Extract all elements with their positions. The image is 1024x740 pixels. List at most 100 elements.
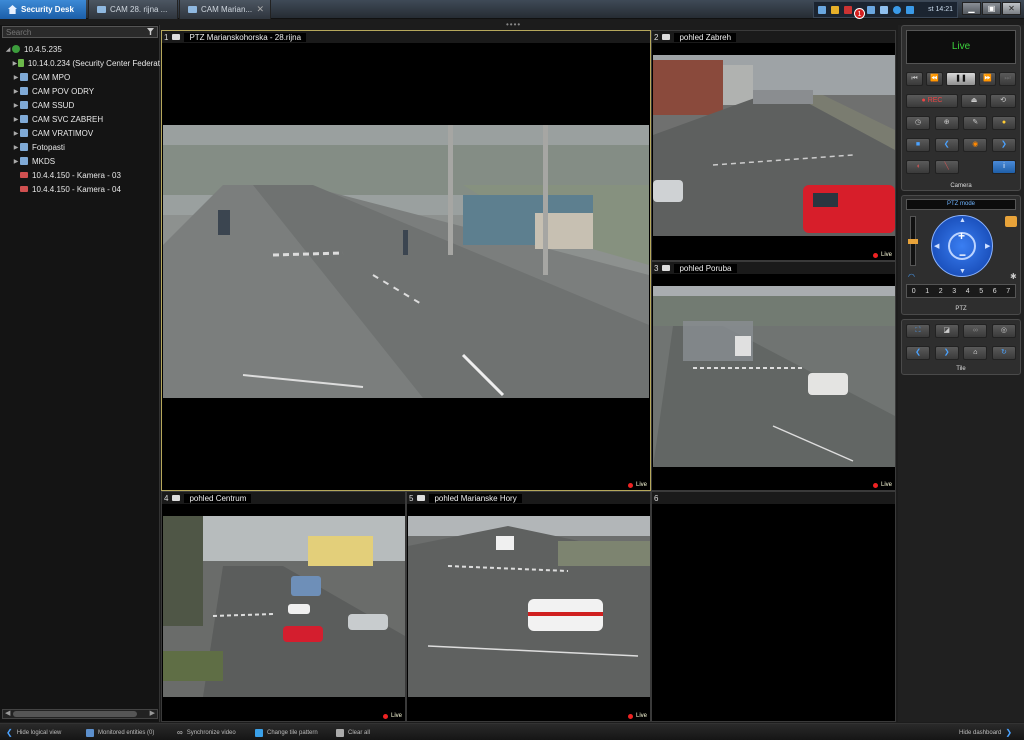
ptz-joystick[interactable]: + − ▲ ▼ ◀ ▶ bbox=[931, 215, 993, 277]
alert-count-badge[interactable]: 1 bbox=[854, 8, 865, 19]
clear-all-button[interactable]: Clear all bbox=[336, 727, 370, 738]
preset-7[interactable]: 7 bbox=[1006, 288, 1010, 295]
preset-4[interactable]: 4 bbox=[966, 288, 970, 295]
tab-cam-28-rijna[interactable]: CAM 28. rijna ... bbox=[88, 0, 178, 19]
video-tile-3[interactable]: 3 pohled Poruba Live bbox=[651, 261, 896, 491]
scroll-left-icon[interactable]: ◀ bbox=[5, 709, 10, 717]
expand-arrow-icon[interactable]: ▶ bbox=[12, 88, 20, 95]
expand-arrow-icon[interactable]: ▶ bbox=[12, 130, 20, 137]
refresh-tile-icon[interactable]: ◎ bbox=[991, 324, 1016, 338]
previous-icon[interactable]: ❮ bbox=[934, 138, 959, 152]
zoom-slider[interactable] bbox=[908, 216, 918, 266]
health-icon[interactable] bbox=[844, 5, 852, 14]
scrollbar-thumb[interactable] bbox=[13, 711, 137, 717]
fullscreen-icon[interactable]: ⛶ bbox=[906, 324, 930, 338]
tab-security-desk[interactable]: Security Desk bbox=[0, 0, 86, 19]
fast-forward-button[interactable]: ⏩ bbox=[979, 72, 996, 86]
video-tile-4[interactable]: 4 pohled Centrum Live bbox=[161, 491, 406, 722]
zoom-slider-knob[interactable] bbox=[908, 239, 918, 244]
tilt-down-icon[interactable]: ▼ bbox=[959, 268, 966, 275]
back-icon[interactable]: ❮ bbox=[906, 346, 930, 360]
snapshot-icon[interactable]: ■ bbox=[906, 138, 930, 152]
tree-node-kamera-04[interactable]: 10.4.4.150 - Kamera - 04 bbox=[0, 182, 160, 196]
tree-node-mkds[interactable]: ▶ MKDS bbox=[0, 154, 160, 168]
clock-icon[interactable]: ◷ bbox=[906, 116, 930, 130]
video-stream[interactable] bbox=[163, 516, 405, 697]
bookmark-icon[interactable]: ● bbox=[991, 116, 1016, 130]
monitor-icon[interactable] bbox=[818, 5, 826, 14]
preset-2[interactable]: 2 bbox=[939, 288, 943, 295]
expand-arrow-icon[interactable]: ▶ bbox=[12, 74, 20, 81]
maximize-button[interactable]: ▣ bbox=[982, 2, 1001, 15]
close-tab-icon[interactable]: ✕ bbox=[256, 4, 264, 15]
expand-tile-icon[interactable]: ◪ bbox=[934, 324, 959, 338]
audio-icon[interactable]: ◖ bbox=[906, 160, 930, 174]
video-stream[interactable] bbox=[653, 286, 895, 467]
close-button[interactable]: ✕ bbox=[1002, 2, 1021, 15]
preset-1[interactable]: 1 bbox=[925, 288, 929, 295]
loop-button[interactable]: ⟲ bbox=[990, 94, 1016, 108]
video-tile-6[interactable]: 6 bbox=[651, 491, 896, 722]
tilt-up-icon[interactable]: ▲ bbox=[959, 217, 966, 224]
tree-node-kamera-03[interactable]: 10.4.4.150 - Kamera - 03 bbox=[0, 168, 160, 182]
globe-icon[interactable] bbox=[893, 5, 901, 14]
alarm-icon[interactable] bbox=[831, 5, 839, 14]
monitored-entities-button[interactable]: Monitored entities (0) bbox=[86, 727, 154, 738]
dashboard-grip-icon[interactable]: •••• bbox=[506, 20, 521, 29]
speed-icon[interactable]: ◠ bbox=[908, 272, 915, 281]
tools-icon[interactable]: ✎ bbox=[963, 116, 988, 130]
record-button[interactable]: ● REC bbox=[906, 94, 958, 108]
tree-node-cam-vratimov[interactable]: ▶ CAM VRATIMOV bbox=[0, 126, 160, 140]
video-tile-5[interactable]: 5 pohled Marianske Hory Live bbox=[406, 491, 651, 722]
zoom-out-icon[interactable]: − bbox=[959, 248, 966, 262]
pause-button[interactable]: ❚❚ bbox=[946, 72, 976, 86]
expand-arrow-icon[interactable]: ▶ bbox=[12, 158, 20, 165]
synchronize-video-button[interactable]: ∞ Synchronize video bbox=[177, 727, 236, 738]
tree-node-cam-pov-odry[interactable]: ▶ CAM POV ODRY bbox=[0, 84, 160, 98]
collapse-arrow-icon[interactable]: ◢ bbox=[4, 46, 12, 53]
search-input[interactable] bbox=[2, 26, 158, 38]
tree-node-fotopasti[interactable]: ▶ Fotopasti bbox=[0, 140, 160, 154]
tree-node-cam-ssud[interactable]: ▶ CAM SSUD bbox=[0, 98, 160, 112]
video-tile-1[interactable]: 1 PTZ Marianskohorska - 28.rijna Live bbox=[161, 30, 651, 491]
video-stream[interactable] bbox=[408, 516, 650, 697]
zoom-icon[interactable]: ⊕ bbox=[934, 116, 959, 130]
disable-icon[interactable]: ╲ bbox=[934, 160, 959, 174]
keyboard-icon[interactable] bbox=[906, 5, 914, 14]
video-stream[interactable] bbox=[163, 125, 649, 398]
export-icon[interactable]: ◉ bbox=[963, 138, 988, 152]
horizontal-scrollbar[interactable]: ◀ ▶ bbox=[2, 709, 158, 719]
scroll-right-icon[interactable]: ▶ bbox=[150, 709, 155, 717]
preset-3[interactable]: 3 bbox=[952, 288, 956, 295]
expand-arrow-icon[interactable]: ▶ bbox=[12, 116, 20, 123]
speaker-icon[interactable] bbox=[880, 5, 888, 14]
preset-6[interactable]: 6 bbox=[993, 288, 997, 295]
home-icon[interactable]: ⌂ bbox=[963, 346, 988, 360]
eject-button[interactable]: ⏏ bbox=[961, 94, 987, 108]
tree-node-cam-mpo[interactable]: ▶ CAM MPO bbox=[0, 70, 160, 84]
hide-logical-view-button[interactable]: ❮ Hide logical view bbox=[6, 727, 61, 738]
expand-arrow-icon[interactable]: ▶ bbox=[12, 102, 20, 109]
preset-0[interactable]: 0 bbox=[912, 288, 916, 295]
network-icon[interactable] bbox=[867, 5, 875, 14]
video-tile-2[interactable]: 2 pohled Zabreh Live bbox=[651, 30, 896, 261]
skip-forward-button[interactable]: ⏭ bbox=[999, 72, 1016, 86]
settings-icon[interactable]: ✱ bbox=[1010, 272, 1017, 281]
zoom-in-icon[interactable]: + bbox=[958, 229, 965, 243]
lock-icon[interactable] bbox=[1005, 216, 1017, 227]
tab-cam-marian[interactable]: CAM Marian... ✕ bbox=[179, 0, 271, 19]
next-icon[interactable]: ❯ bbox=[991, 138, 1016, 152]
preset-5[interactable]: 5 bbox=[979, 288, 983, 295]
change-tile-pattern-button[interactable]: Change tile pattern bbox=[255, 727, 318, 738]
skip-back-button[interactable]: ⏮ bbox=[906, 72, 923, 86]
video-stream[interactable] bbox=[653, 55, 895, 236]
pattern-icon[interactable]: ∞ bbox=[963, 324, 988, 338]
expand-arrow-icon[interactable]: ▶ bbox=[12, 144, 20, 151]
rewind-button[interactable]: ⏪ bbox=[926, 72, 943, 86]
tree-root-node[interactable]: ◢ 10.4.5.235 bbox=[0, 42, 160, 56]
minimize-button[interactable]: ▁ bbox=[962, 2, 981, 15]
info-icon[interactable]: i bbox=[991, 160, 1016, 174]
tree-node-cam-svc-zabreh[interactable]: ▶ CAM SVC ZABREH bbox=[0, 112, 160, 126]
pan-right-icon[interactable]: ▶ bbox=[985, 242, 990, 250]
cycle-icon[interactable]: ↻ bbox=[991, 346, 1016, 360]
